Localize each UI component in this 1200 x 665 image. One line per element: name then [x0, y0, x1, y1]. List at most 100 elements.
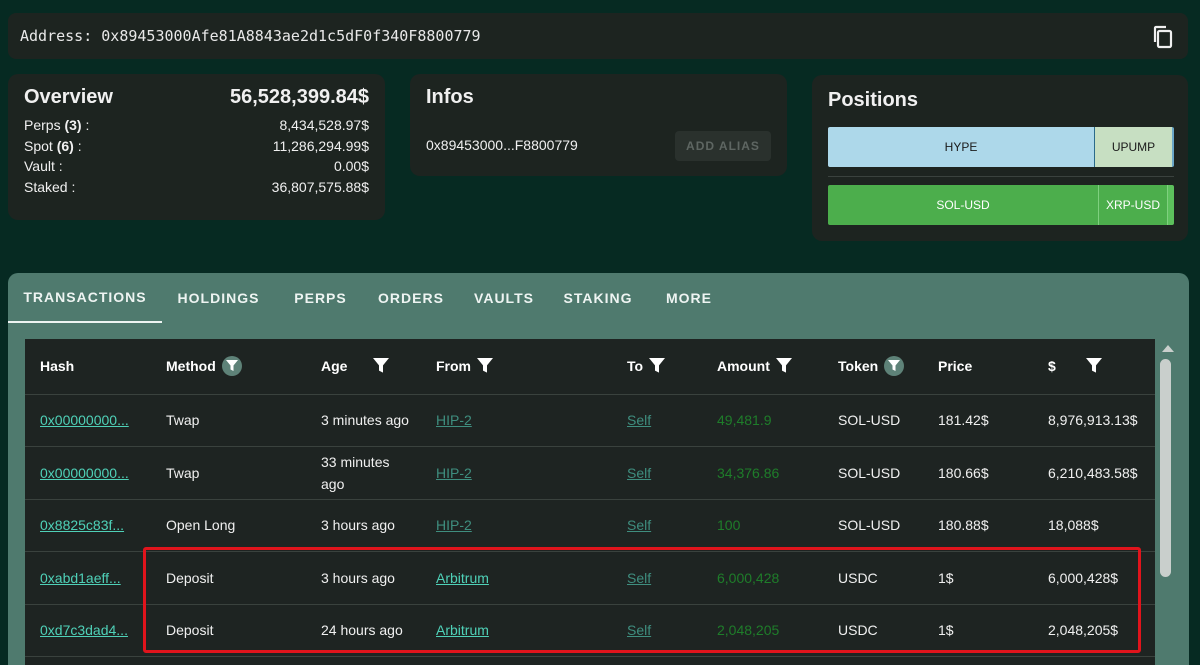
tx-age: 24 hours ago [321, 622, 403, 639]
table-cell: Deposit [151, 604, 306, 657]
positions-title: Positions [828, 89, 919, 111]
tx-hash-link[interactable]: 0x00000000... [40, 412, 129, 428]
table-cell: 3 hours ago [306, 499, 421, 552]
table-cell: 180.66$ [923, 446, 1033, 500]
table-cell: Self [612, 499, 702, 552]
table-cell: HIP-2 [421, 499, 612, 552]
header-to: To [612, 339, 702, 395]
header-hash: Hash [25, 339, 151, 395]
position-xrp-usd[interactable]: XRP-USD [1098, 185, 1167, 225]
tx-token: SOL-USD [838, 517, 901, 534]
tx-method: Deposit [166, 569, 214, 586]
transactions-table: Hash Method Age From To Amount Token Pri… [25, 339, 1155, 665]
age-filter-icon[interactable] [373, 358, 390, 374]
position-upump[interactable]: UPUMP [1094, 127, 1172, 167]
scrollbar-thumb[interactable] [1160, 359, 1171, 577]
infos-card: Infos 0x89453000...F8800779 ADD ALIAS [410, 74, 787, 176]
table-cell: 34,376.86 [702, 446, 823, 500]
tx-usd-value: 18,088$ [1048, 517, 1099, 534]
tx-amount: 6,000,428 [717, 569, 780, 586]
header-age: Age [306, 339, 421, 395]
tab-perps[interactable]: PERPS [275, 273, 366, 323]
table-cell: 0x8825c83f... [25, 499, 151, 552]
add-alias-button[interactable]: ADD ALIAS [675, 131, 771, 161]
overview-card: Overview 56,528,399.84$ Perps (3) : 8,434… [8, 74, 385, 220]
copy-icon[interactable] [1152, 25, 1174, 49]
header-amount: Amount [702, 339, 823, 395]
overview-row: Perps (3) : 8,434,528.97$ [24, 115, 369, 136]
table-cell: SOL-USD [823, 446, 923, 500]
overview-row-value: 36,807,575.88$ [271, 178, 369, 195]
table-row: 0x8825c83f... Open Long 3 hours ago HIP-2 Se… [25, 499, 1155, 552]
tx-from-link[interactable]: Arbitrum [436, 622, 489, 638]
table-cell: 3 minutes ago [306, 394, 421, 447]
tx-usd-value: 6,210,483.58$ [1048, 464, 1138, 481]
tx-hash-link[interactable]: 0x8825c83f... [40, 517, 124, 533]
overview-row-label: Spot (6) : [24, 137, 82, 154]
table-cell: 0xabd1aeff... [25, 551, 151, 605]
tx-method: Twap [166, 464, 200, 481]
tx-to-link[interactable]: Self [627, 622, 651, 638]
amount-filter-icon[interactable] [775, 358, 792, 374]
table-cell: 24 hours ago [306, 604, 421, 657]
tx-usd-value: 2,048,205$ [1048, 622, 1119, 639]
scroll-up-arrow-icon[interactable] [1162, 345, 1174, 352]
token-filter-icon[interactable] [884, 356, 905, 377]
positions-perps-bar: SOL-USD XRP-USD [828, 185, 1174, 225]
table-cell: 3 hours ago [306, 551, 421, 605]
table-cell: Arbitrum [421, 551, 612, 605]
tab-staking[interactable]: STAKING [552, 273, 644, 323]
overview-row: Staked : 36,807,575.88$ [24, 177, 369, 198]
tab-transactions[interactable]: TRANSACTIONS [8, 273, 162, 323]
tx-to-link[interactable]: Self [627, 570, 651, 586]
tx-to-link[interactable]: Self [627, 517, 651, 533]
table-cell: Self [612, 551, 702, 605]
position-other-spot[interactable] [1172, 127, 1174, 167]
tx-to-link[interactable]: Self [627, 412, 651, 428]
tx-hash-link[interactable]: 0xabd1aeff... [40, 570, 121, 586]
table-row: 0xabd1aeff... Deposit 3 hours ago Arbitrum S… [25, 551, 1155, 605]
usd-filter-icon[interactable] [1085, 358, 1102, 374]
overview-row-value: 8,434,528.97$ [279, 117, 369, 133]
transactions-panel: TRANSACTIONS HOLDINGS PERPS ORDERS VAULT… [8, 273, 1189, 665]
tx-from-link[interactable]: Arbitrum [436, 570, 489, 586]
tx-token: SOL-USD [838, 412, 901, 429]
infos-title: Infos [426, 86, 474, 108]
method-filter-icon[interactable] [221, 356, 242, 377]
table-cell: Open Long [151, 499, 306, 552]
table-row: 0x00000000... Twap 3 minutes ago HIP-2 Self 4… [25, 394, 1155, 447]
from-filter-icon[interactable] [477, 358, 493, 374]
tab-vaults[interactable]: VAULTS [456, 273, 552, 323]
tx-hash-link[interactable]: 0xd7c3dad4... [40, 622, 128, 638]
tab-holdings[interactable]: HOLDINGS [162, 273, 275, 323]
tx-age: 33 minutes ago [321, 453, 390, 492]
tx-from-link[interactable]: HIP-2 [436, 517, 472, 533]
table-cell: 18,088$ [1033, 499, 1155, 552]
position-hype[interactable]: HYPE [828, 127, 1094, 167]
table-header-row: Hash Method Age From To Amount Token Pri… [25, 339, 1155, 395]
table-cell: SOL-USD [823, 394, 923, 447]
tx-age: 3 minutes ago [321, 412, 409, 429]
position-sol-usd[interactable]: SOL-USD [828, 185, 1098, 225]
to-filter-icon[interactable] [649, 358, 666, 374]
tx-from-link[interactable]: HIP-2 [436, 412, 472, 428]
header-price: Price [923, 339, 1033, 395]
address-bar: Address: 0x89453000Afe81A8843ae2d1c5dF0f… [8, 13, 1188, 59]
tx-price: 1$ [938, 569, 954, 586]
table-cell: USDC [823, 551, 923, 605]
table-cell: 0x00000000... [25, 446, 151, 500]
tab-more[interactable]: MORE [644, 273, 734, 323]
overview-title: Overview [24, 86, 113, 108]
positions-card: Positions HYPE UPUMP SOL-USD XRP-USD [812, 75, 1188, 241]
table-cell: Arbitrum [421, 604, 612, 657]
tx-from-link[interactable]: HIP-2 [436, 465, 472, 481]
table-scrollbar[interactable] [1158, 339, 1176, 665]
position-other-perp[interactable] [1167, 185, 1174, 225]
tab-orders[interactable]: ORDERS [366, 273, 456, 323]
tx-hash-link[interactable]: 0x00000000... [40, 465, 129, 481]
tx-to-link[interactable]: Self [627, 465, 651, 481]
table-cell: Self [612, 604, 702, 657]
tx-price: 180.88$ [938, 517, 989, 534]
table-cell: USDC [823, 604, 923, 657]
table-cell: Self [612, 446, 702, 500]
